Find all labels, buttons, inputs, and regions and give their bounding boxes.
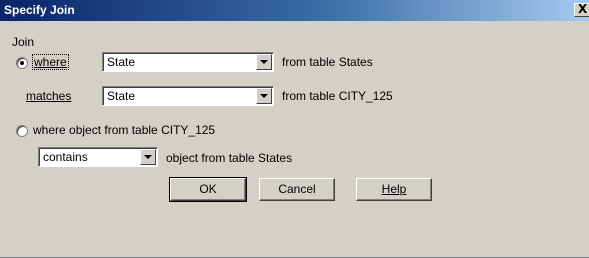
where-from-text: from table States (282, 55, 373, 69)
matches-field-combo[interactable]: State (102, 86, 274, 106)
chevron-down-icon[interactable] (140, 149, 156, 165)
where-label[interactable]: where (32, 54, 69, 70)
ok-button[interactable]: OK (169, 177, 247, 202)
where-radio[interactable] (16, 57, 28, 69)
join-group-label: Join (12, 35, 35, 49)
where-field-combo[interactable]: State (102, 52, 274, 72)
close-button[interactable]: X (574, 2, 589, 17)
object-option-label[interactable]: where object from table CITY_125 (33, 123, 215, 137)
matches-field-value: State (107, 89, 136, 103)
relation-value: contains (43, 150, 88, 164)
close-icon: X (578, 2, 588, 16)
window-title: Specify Join (4, 3, 75, 17)
matches-from-text: from table CITY_125 (282, 89, 393, 103)
help-button[interactable]: Help (356, 178, 432, 201)
where-field-value: State (107, 55, 136, 69)
chevron-down-icon[interactable] (256, 88, 272, 104)
object-radio[interactable] (16, 125, 28, 137)
title-bar: Specify Join X (0, 0, 589, 21)
matches-label: matches (26, 89, 72, 103)
dialog-body: Join where State from table States match… (0, 21, 589, 258)
chevron-down-icon[interactable] (256, 54, 272, 70)
cancel-button[interactable]: Cancel (259, 178, 335, 201)
object-from-text: object from table States (166, 151, 293, 165)
relation-combo[interactable]: contains (38, 147, 158, 167)
